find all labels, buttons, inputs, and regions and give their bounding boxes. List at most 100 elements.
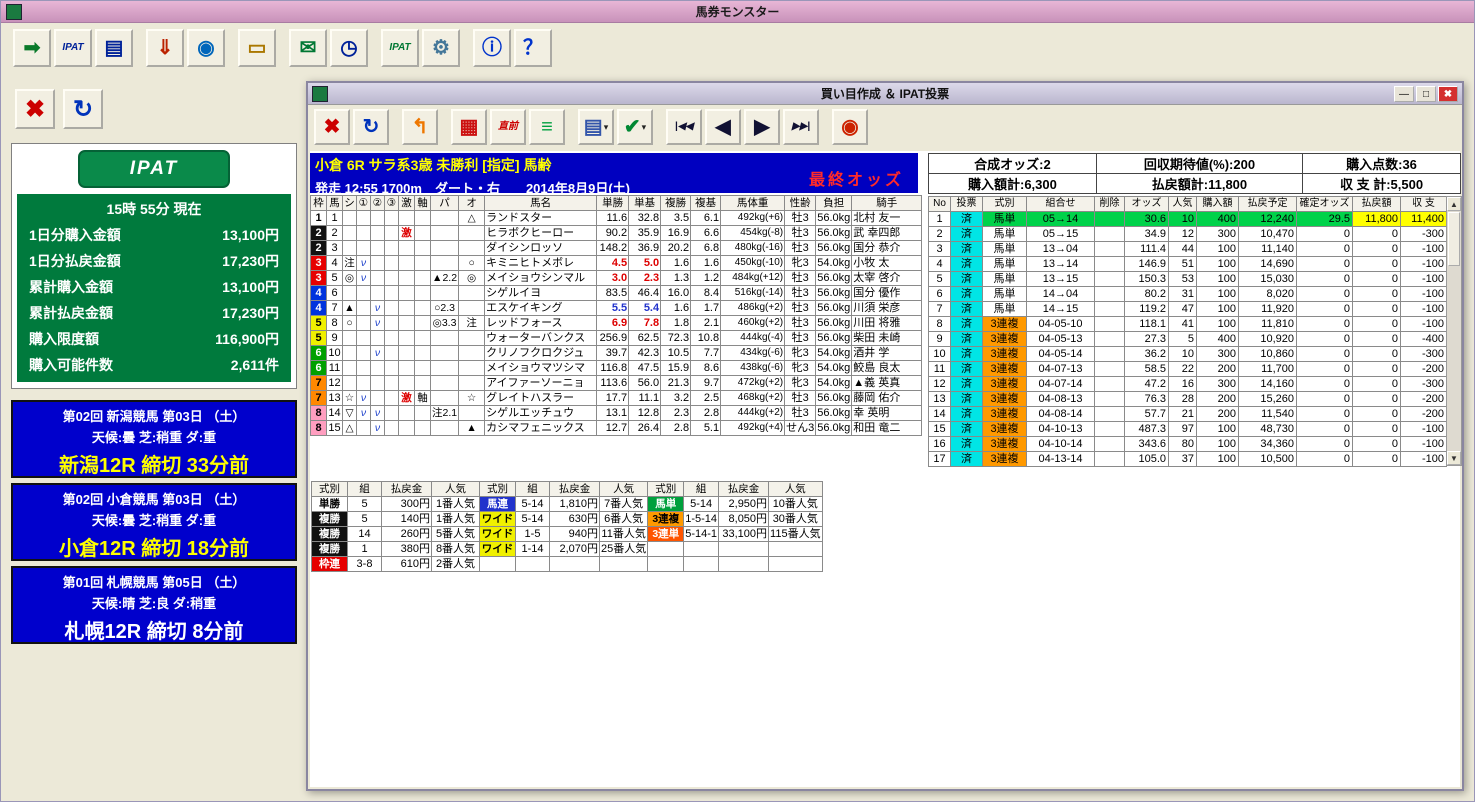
race-panel-1[interactable]: 第02回 新潟競馬 第03日 （土） 天候:曇 芝:稍重 ダ:重 新潟12R 締切 … xyxy=(11,400,297,478)
sex-age-cell: 牝3 xyxy=(784,255,817,271)
bet-row-16[interactable]: 16 済 3連複 04-10-14 343.6 80 100 34,360 0 0 -100 xyxy=(928,436,1447,452)
bet-row-17[interactable]: 17 済 3連複 04-13-14 105.0 37 100 10,500 0 0 -100 xyxy=(928,451,1447,467)
close-button[interactable]: ✖ xyxy=(314,109,350,145)
popularity-cell: 21 xyxy=(1168,406,1197,422)
next-race-button[interactable]: ▶ xyxy=(744,109,780,145)
horse-row-3[interactable]: 2 3 ダイシンロッソ 148.2 36.9 20.2 6.8 480kg(-16) 牡3 56.… xyxy=(310,240,923,256)
bet-row-5[interactable]: 5 済馬単 13→15 150.3 53 100 15,030 0 0 -100 xyxy=(928,271,1447,287)
bet-row-7[interactable]: 7 済馬単 14→15 119.2 47 100 11,920 0 0 -100 xyxy=(928,301,1447,317)
odds-sheet-button[interactable]: ▦ xyxy=(451,109,487,145)
payout-type-cell: 複勝 xyxy=(311,541,348,557)
mark-list-button[interactable]: ≡ xyxy=(529,109,565,145)
mark-cell xyxy=(342,375,357,391)
mark-cell: ◎ xyxy=(342,270,357,286)
win-odds-cell: 5.5 xyxy=(596,300,630,316)
bet-row-9[interactable]: 9 済 3連複 04-05-13 27.3 5 400 10,920 0 0 -400 xyxy=(928,331,1447,347)
scroll-up-icon[interactable]: ▲ xyxy=(1447,197,1461,211)
horse-row-14[interactable]: 8 14 ▽ ν ν 注2.1 シゲルエッチュウ 13.1 12.8 2.3 2.8 444kg(+2… xyxy=(310,405,923,421)
scrollbar-thumb[interactable] xyxy=(1448,212,1460,266)
buy-list-button[interactable]: ▤ ▾ xyxy=(578,109,614,145)
horse-row-1[interactable]: 1 1 △ ランドスター 11.6 32.8 3.5 6.1 492kg(+6) 牡3 56.0kg… xyxy=(310,210,923,226)
fixed-odds-cell: 0 xyxy=(1296,346,1353,362)
mark-cell: ν xyxy=(356,255,371,271)
prev-race-button[interactable]: ◀ xyxy=(705,109,741,145)
horse-row-5[interactable]: 3 5 ◎ ν ▲2.2 ◎ メイショウシンマル 3.0 2.3 1.3 1.2 484kg(+12)… xyxy=(310,270,923,286)
target-button[interactable]: ◉ xyxy=(832,109,868,145)
help-button[interactable]: ？ xyxy=(514,29,552,67)
bet-row-6[interactable]: 6 済馬単 14→04 80.2 31 100 8,020 0 0 -100 xyxy=(928,286,1447,302)
horse-row-12[interactable]: 7 12 アイファーソーニョ 113.6 56.0 21.3 9.7 472kg(+2) 牝3 5… xyxy=(310,375,923,391)
bet-row-13[interactable]: 13 済 3連複 04-08-13 76.3 28 200 15,260 0 0 -200 xyxy=(928,391,1447,407)
report-button[interactable]: ▤ xyxy=(95,29,133,67)
race-panel-3[interactable]: 第01回 札幌競馬 第05日 （土） 天候:晴 芝:良 ダ:稍重 札幌12R 締切 … xyxy=(11,566,297,644)
refresh-button[interactable]: ↻ xyxy=(63,89,103,129)
balance-cell: -300 xyxy=(1400,376,1447,392)
horse-name-cell: グレイトハスラー xyxy=(484,390,598,406)
info-button[interactable]: ⓘ xyxy=(473,29,511,67)
vote-check-button[interactable]: ✔ ▾ xyxy=(617,109,653,145)
ipat-status-panel: 15時 55分 現在 1日分購入金額 13,100円 1日分払戻金額 17,230円累… xyxy=(17,194,291,382)
fixed-odds-cell: 0 xyxy=(1296,241,1353,257)
settings-button[interactable]: ⚙ xyxy=(422,29,460,67)
horse-row-7[interactable]: 4 7 ▲ ν ○2.3 エスケイキング 5.5 5.4 1.6 1.7 486kg(+2) 牡3 56… xyxy=(310,300,923,316)
scroll-down-icon[interactable]: ▼ xyxy=(1447,451,1461,465)
payout-popularity-cell: 10番人気 xyxy=(768,496,823,512)
odds-cell: 47.2 xyxy=(1124,376,1169,392)
race-panel-2[interactable]: 第02回 小倉競馬 第03日 （土） 天候:曇 芝:稍重 ダ:重 小倉12R 締切 … xyxy=(11,483,297,561)
app-titlebar[interactable]: 馬券モンスター xyxy=(1,1,1474,23)
bet-row-14[interactable]: 14 済 3連複 04-08-14 57.7 21 200 11,540 0 0 -200 xyxy=(928,406,1447,422)
horse-row-6[interactable]: 4 6 シゲルイヨ 83.5 46.4 16.0 8.4 516kg(-14) 牡3 56.0kg… xyxy=(310,285,923,301)
horse-row-2[interactable]: 2 2 激 ヒラボクヒーロー 90.2 35.9 16.9 6.6 454kg(-8) 牡3 56.… xyxy=(310,225,923,241)
mail-button[interactable]: ✉ xyxy=(289,29,327,67)
mark-cell: ☆ xyxy=(458,390,486,406)
jockey-cell: 小牧 太 xyxy=(851,255,923,271)
undo-button[interactable]: ↰ xyxy=(402,109,438,145)
settings-icon: ⚙ xyxy=(432,37,450,59)
sex-age-cell: 牡3 xyxy=(784,405,817,421)
horse-row-8[interactable]: 5 8 ○ ν ◎3.3 注レッドフォース 6.9 7.8 1.8 2.1 460kg(+2) 牡3 5… xyxy=(310,315,923,331)
bet-row-1[interactable]: 1 済馬単 05→14 30.6 10 400 12,240 29.5 11,800 11,400 xyxy=(928,211,1447,227)
folder-button[interactable]: ▭ xyxy=(238,29,276,67)
maximize-button[interactable]: □ xyxy=(1416,86,1436,102)
bet-row-8[interactable]: 8 済 3連複 04-05-10 118.1 41 100 11,810 0 0 -100 xyxy=(928,316,1447,332)
horse-row-10[interactable]: 6 10 ν クリノフクロクジュ 39.7 42.3 10.5 7.7 434kg(-6) 牝3 5… xyxy=(310,345,923,361)
web-button[interactable]: ◉ xyxy=(187,29,225,67)
bet-table-scrollbar[interactable]: ▲ ▼ xyxy=(1446,196,1462,466)
bet-row-11[interactable]: 11 済 3連複 04-07-13 58.5 22 200 11,700 0 0 -200 xyxy=(928,361,1447,377)
odds-cell: 57.7 xyxy=(1124,406,1169,422)
refresh-button[interactable]: ↻ xyxy=(353,109,389,145)
horse-row-15[interactable]: 8 15 △ ν ▲ カシマフェニックス 12.7 26.4 2.8 5.1 492kg(+4) せん… xyxy=(310,420,923,436)
horse-row-11[interactable]: 6 11 メイショウマツシマ 116.8 47.5 15.9 8.6 438kg(-6) 牝3 5… xyxy=(310,360,923,376)
exit-button[interactable]: ➡ xyxy=(13,29,51,67)
bet-row-4[interactable]: 4 済馬単 13→14 146.9 51 100 14,690 0 0 -100 xyxy=(928,256,1447,272)
minimize-button[interactable]: — xyxy=(1394,86,1414,102)
close-window-button[interactable]: ✖ xyxy=(1438,86,1458,102)
frame-number-cell: 3 xyxy=(310,270,327,286)
vote-window-titlebar[interactable]: 買い目作成 ＆ IPAT投票 — □ ✖ xyxy=(308,83,1462,105)
horse-row-13[interactable]: 7 13 ☆ ν 激軸 ☆ グレイトハスラー 17.7 11.1 3.2 2.5 468kg(+2) 牡… xyxy=(310,390,923,406)
bet-row-12[interactable]: 12 済 3連複 04-07-14 47.2 16 300 14,160 0 0 -300 xyxy=(928,376,1447,392)
vote-status-cell: 済 xyxy=(950,256,983,272)
ipat-info-button[interactable]: IPAT xyxy=(54,29,92,67)
bet-row-15[interactable]: 15 済 3連複 04-10-13 487.3 97 100 48,730 0 0 -100 xyxy=(928,421,1447,437)
sex-age-cell: せん3 xyxy=(784,420,817,436)
horse-row-9[interactable]: 5 9 ウォーターバンクス 256.9 62.5 72.3 10.8 444kg(-4) 牡3 5… xyxy=(310,330,923,346)
popularity-cell: 41 xyxy=(1168,316,1197,332)
horse-col-header: 枠 xyxy=(310,195,327,211)
download-button[interactable]: ⇓ xyxy=(146,29,184,67)
vote-status-cell: 済 xyxy=(950,346,983,362)
chokuzen-button[interactable]: 直前 xyxy=(490,109,526,145)
first-race-button[interactable]: |◀◀ xyxy=(666,109,702,145)
payout-col-header: 人気 xyxy=(598,481,649,497)
bet-row-3[interactable]: 3 済馬単 13→04 111.4 44 100 11,140 0 0 -100 xyxy=(928,241,1447,257)
ipat-vote-button[interactable]: IPAT xyxy=(381,29,419,67)
horse-row-4[interactable]: 3 4 注 ν ○ キミニヒトメボレ 4.5 5.0 1.6 1.6 450kg(-10) 牝3 54.… xyxy=(310,255,923,271)
close-button[interactable]: ✖ xyxy=(15,89,55,129)
bet-row-10[interactable]: 10 済 3連複 04-05-14 36.2 10 300 10,860 0 0 -300 xyxy=(928,346,1447,362)
clock-button[interactable]: ◷ xyxy=(330,29,368,67)
bet-row-2[interactable]: 2 済馬単 05→15 34.9 12 300 10,470 0 0 -300 xyxy=(928,226,1447,242)
vote-status-cell: 済 xyxy=(950,421,983,437)
win-base-cell: 7.8 xyxy=(628,315,662,331)
place-odds-cell: 15.9 xyxy=(660,360,692,376)
last-race-button[interactable]: ▶▶| xyxy=(783,109,819,145)
